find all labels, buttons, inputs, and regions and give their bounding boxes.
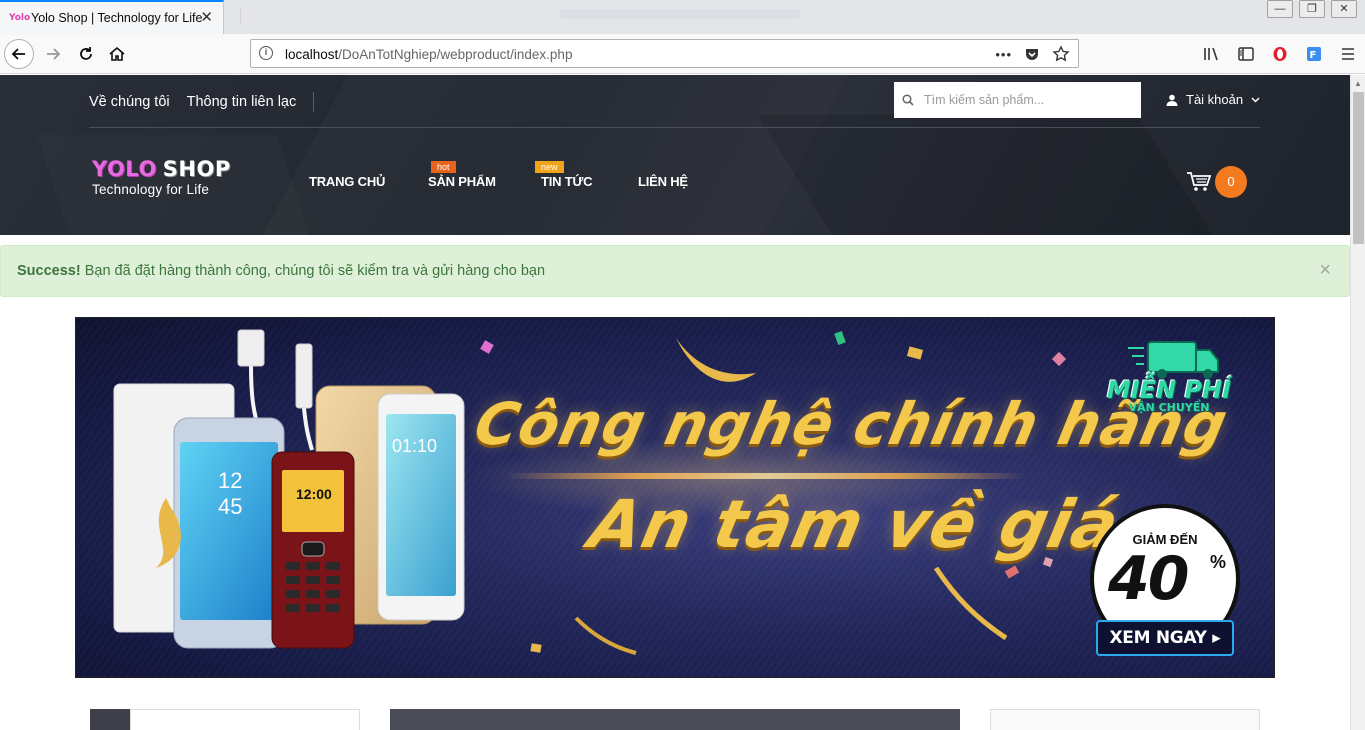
alert-message: Bạn đã đặt hàng thành công, chúng tôi sẽ…: [80, 263, 546, 279]
opera-icon: [1273, 47, 1287, 61]
reload-icon: [80, 47, 92, 60]
extension-icon: F: [1307, 47, 1321, 61]
news-card[interactable]: [990, 709, 1260, 730]
confetti-decoration: [530, 643, 542, 653]
top-links: Về chúng tôi Thông tin liên lạc: [89, 92, 315, 112]
hot-badge: hot: [431, 161, 456, 173]
account-menu[interactable]: Tài khoản: [1166, 92, 1260, 107]
category-card[interactable]: [130, 709, 360, 730]
free-shipping-title: MIỄN PHÍ: [1106, 376, 1232, 404]
menu-button[interactable]: [1331, 39, 1365, 69]
extension-button[interactable]: F: [1297, 39, 1331, 69]
scrollbar-thumb[interactable]: [1353, 92, 1364, 244]
library-button[interactable]: [1195, 39, 1229, 69]
logo-wordmark: YOLO SHOP: [92, 157, 231, 181]
restore-button[interactable]: ❐: [1299, 0, 1325, 18]
logo-yolo: YOLO: [92, 157, 157, 181]
reload-button[interactable]: [71, 39, 101, 69]
url-text[interactable]: localhost/DoAnTotNghiep/webproduct/index…: [285, 47, 572, 62]
arrow-left-icon: [11, 48, 25, 60]
tab-favicon-icon: Yolo: [9, 13, 31, 23]
product-search: [894, 82, 1141, 118]
page-actions-icon[interactable]: •••: [995, 47, 1012, 62]
account-label: Tài khoản: [1186, 92, 1244, 107]
user-icon: [1166, 94, 1178, 106]
url-path: /DoAnTotNghiep/webproduct/index.php: [338, 47, 573, 62]
back-button[interactable]: [4, 39, 34, 69]
opera-extension-button[interactable]: [1263, 39, 1297, 69]
see-now-button[interactable]: XEM NGAY ▸: [1096, 620, 1234, 656]
window-controls: — ❐ ✕: [1267, 0, 1357, 18]
header-divider: [89, 127, 1260, 128]
search-icon[interactable]: [902, 94, 914, 106]
discount-unit: %: [1210, 552, 1227, 572]
nav-contact[interactable]: LIÊN HỆ: [638, 174, 688, 189]
site-info-icon[interactable]: i: [259, 46, 273, 60]
tab-close-icon[interactable]: ✕: [200, 10, 213, 25]
browser-tab[interactable]: Yolo Yolo Shop | Technology for Life ✕: [0, 0, 224, 34]
cart-count-badge[interactable]: 0: [1215, 166, 1247, 198]
logo-tagline: Technology for Life: [92, 182, 210, 197]
forward-button[interactable]: [38, 39, 68, 69]
header-facet-decoration: [231, 75, 869, 235]
page-scrollbar[interactable]: ▲: [1350, 75, 1365, 730]
nav-products[interactable]: SẢN PHẨM: [428, 174, 496, 189]
promo-banner[interactable]: 12 45 12:00 01:10 Công nghệ chính hãng A…: [75, 317, 1275, 678]
sidebar-icon: [1238, 47, 1254, 61]
browser-tab-bar: Yolo Yolo Shop | Technology for Life ✕ —…: [0, 0, 1365, 34]
sidebar-button[interactable]: [1229, 39, 1263, 69]
alert-text: Success! Bạn đã đặt hàng thành công, chú…: [17, 263, 545, 279]
home-button[interactable]: [102, 39, 132, 69]
discount-value: 40: [1108, 544, 1189, 614]
close-window-button[interactable]: ✕: [1331, 0, 1357, 18]
url-actions: •••: [995, 45, 1070, 63]
minimize-button[interactable]: —: [1267, 0, 1293, 18]
hamburger-icon: [1342, 48, 1354, 60]
about-link[interactable]: Về chúng tôi: [89, 94, 170, 110]
scroll-up-icon[interactable]: ▲: [1354, 79, 1362, 88]
oppo-phone-time: 01:10: [392, 436, 438, 456]
home-icon: [109, 46, 125, 61]
category-card-icon-strip: [90, 709, 130, 730]
chevron-down-icon: [1251, 97, 1260, 103]
tab-title: Yolo Shop | Technology for Life: [31, 11, 203, 25]
nav-news[interactable]: TIN TỨC: [541, 174, 592, 189]
banner-headline-line2: An tâm về giá: [582, 486, 1127, 563]
top-links-divider: [313, 92, 315, 112]
page-viewport: Về chúng tôi Thông tin liên lạc Tài khoả…: [0, 75, 1350, 730]
phone-time-1: 12: [218, 468, 243, 493]
content-row-preview: [0, 709, 1350, 730]
site-logo[interactable]: YOLO SHOP Technology for Life: [92, 157, 231, 197]
nav-home[interactable]: TRANG CHỦ: [309, 174, 385, 189]
arrow-right-icon: [47, 48, 61, 60]
success-alert: Success! Bạn đã đặt hàng thành công, chú…: [0, 245, 1350, 297]
logo-shop: SHOP: [162, 157, 231, 181]
featured-products-header[interactable]: [390, 709, 960, 730]
alert-close-icon[interactable]: ×: [1319, 260, 1331, 280]
address-bar[interactable]: i localhost/DoAnTotNghiep/webproduct/ind…: [250, 39, 1079, 68]
tab-drag-area: [560, 9, 800, 19]
url-host: localhost: [285, 47, 339, 62]
free-shipping-badge: MIỄN PHÍ VẬN CHUYỂN: [1104, 336, 1234, 414]
shopping-cart-icon[interactable]: [1186, 171, 1212, 193]
svg-text:F: F: [1310, 50, 1317, 61]
search-input[interactable]: [924, 82, 1134, 118]
tab-separator: [240, 9, 241, 23]
browser-navigation-bar: i localhost/DoAnTotNghiep/webproduct/ind…: [0, 34, 1365, 74]
phone-time-2: 45: [218, 494, 243, 519]
feature-phone-time: 12:00: [296, 486, 332, 502]
banner-light-streak: [506, 473, 1026, 479]
new-badge: new: [535, 161, 564, 173]
library-icon: [1204, 47, 1218, 61]
site-header: Về chúng tôi Thông tin liên lạc Tài khoả…: [0, 75, 1350, 235]
alert-strong: Success!: [17, 263, 81, 279]
browser-toolbar: F: [1195, 39, 1365, 69]
contact-info-link[interactable]: Thông tin liên lạc: [187, 94, 297, 110]
bookmark-star-icon[interactable]: [1052, 45, 1070, 63]
pocket-icon[interactable]: [1024, 46, 1040, 62]
